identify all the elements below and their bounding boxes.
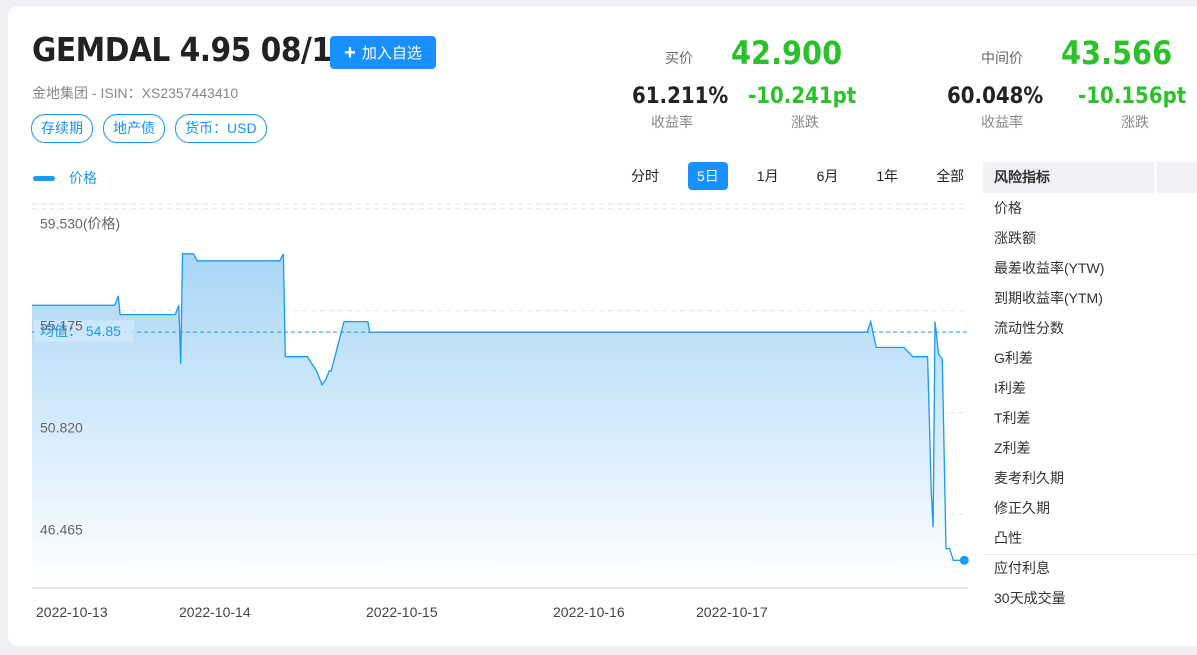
risk-item-30d-volume[interactable]: 30天成交量	[983, 583, 1197, 613]
risk-item-liquidity[interactable]: 流动性分数	[983, 313, 1197, 343]
tag-currency[interactable]: 货币：USD	[175, 114, 267, 143]
last-price-dot	[959, 555, 969, 565]
risk-item-convexity[interactable]: 凸性	[983, 523, 1197, 553]
legend-swatch	[33, 175, 55, 181]
price-chart[interactable]: 均值： 54.8559.530(价格)55.17550.82046.465	[30, 190, 970, 600]
mid-yield-label: 收益率	[981, 114, 1023, 130]
mid-price: 43.566	[1061, 34, 1173, 72]
bid-change-label: 涨跌	[791, 114, 819, 130]
x-tick-label: 2022-10-16	[553, 604, 625, 620]
risk-item-price[interactable]: 价格	[983, 193, 1197, 223]
plus-icon: +	[344, 41, 356, 64]
y-tick-label: 59.530(价格)	[40, 216, 120, 232]
x-tick-label: 2022-10-14	[179, 604, 251, 620]
risk-panel: 风险指标 价格 涨跌额 最差收益率(YTW) 到期收益率(YTM) 流动性分数 …	[983, 162, 1197, 613]
x-tick-label: 2022-10-15	[366, 604, 438, 620]
risk-item-change[interactable]: 涨跌额	[983, 223, 1197, 253]
y-tick-label: 55.175	[40, 318, 83, 334]
tag-tenor[interactable]: 存续期	[31, 114, 93, 143]
x-tick-label: 2022-10-17	[696, 604, 768, 620]
tab-1m[interactable]: 1月	[748, 162, 788, 190]
range-tabs: 分时 5日 1月 6月 1年 全部	[622, 162, 993, 190]
tab-6m[interactable]: 6月	[808, 162, 848, 190]
issuer-isin: 金地集团 - ISIN：XS2357443410	[32, 85, 239, 101]
add-watchlist-label: 加入自选	[361, 45, 422, 62]
x-tick-label: 2022-10-13	[36, 604, 108, 620]
risk-item-accrued-interest[interactable]: 应付利息	[983, 553, 1197, 583]
add-watchlist-button[interactable]: + 加入自选	[330, 36, 436, 69]
price-area	[32, 253, 965, 587]
y-tick-label: 46.465	[40, 521, 83, 537]
tab-intraday[interactable]: 分时	[622, 162, 668, 190]
risk-item-macaulay[interactable]: 麦考利久期	[983, 463, 1197, 493]
mid-yield: 60.048%	[947, 84, 1044, 109]
bid-label: 买价	[665, 50, 693, 66]
risk-header: 风险指标	[983, 162, 1154, 193]
mid-change: -10.156pt	[1078, 84, 1187, 109]
risk-item-i-spread[interactable]: I利差	[983, 373, 1197, 403]
risk-item-ytw[interactable]: 最差收益率(YTW)	[983, 253, 1197, 283]
tab-5d[interactable]: 5日	[688, 162, 728, 190]
tab-all[interactable]: 全部	[927, 162, 973, 190]
tag-sector[interactable]: 地产债	[103, 114, 165, 143]
tag-list: 存续期 地产债 货币：USD	[31, 114, 267, 143]
chart-legend[interactable]: 价格	[33, 168, 97, 188]
bid-price: 42.900	[731, 34, 843, 72]
bid-change: -10.241pt	[748, 84, 857, 109]
risk-item-g-spread[interactable]: G利差	[983, 343, 1197, 373]
mid-label: 中间价	[981, 50, 1023, 66]
bid-yield: 61.211%	[632, 84, 729, 109]
y-tick-label: 50.820	[40, 419, 83, 435]
risk-item-ytm[interactable]: 到期收益率(YTM)	[983, 283, 1197, 313]
risk-item-t-spread[interactable]: T利差	[983, 403, 1197, 433]
bid-yield-label: 收益率	[651, 114, 693, 130]
mid-change-label: 涨跌	[1121, 114, 1149, 130]
legend-label-price: 价格	[69, 170, 97, 186]
risk-item-modified-duration[interactable]: 修正久期	[983, 493, 1197, 523]
risk-item-z-spread[interactable]: Z利差	[983, 433, 1197, 463]
risk-divider	[983, 554, 1197, 555]
tab-1y[interactable]: 1年	[867, 162, 907, 190]
